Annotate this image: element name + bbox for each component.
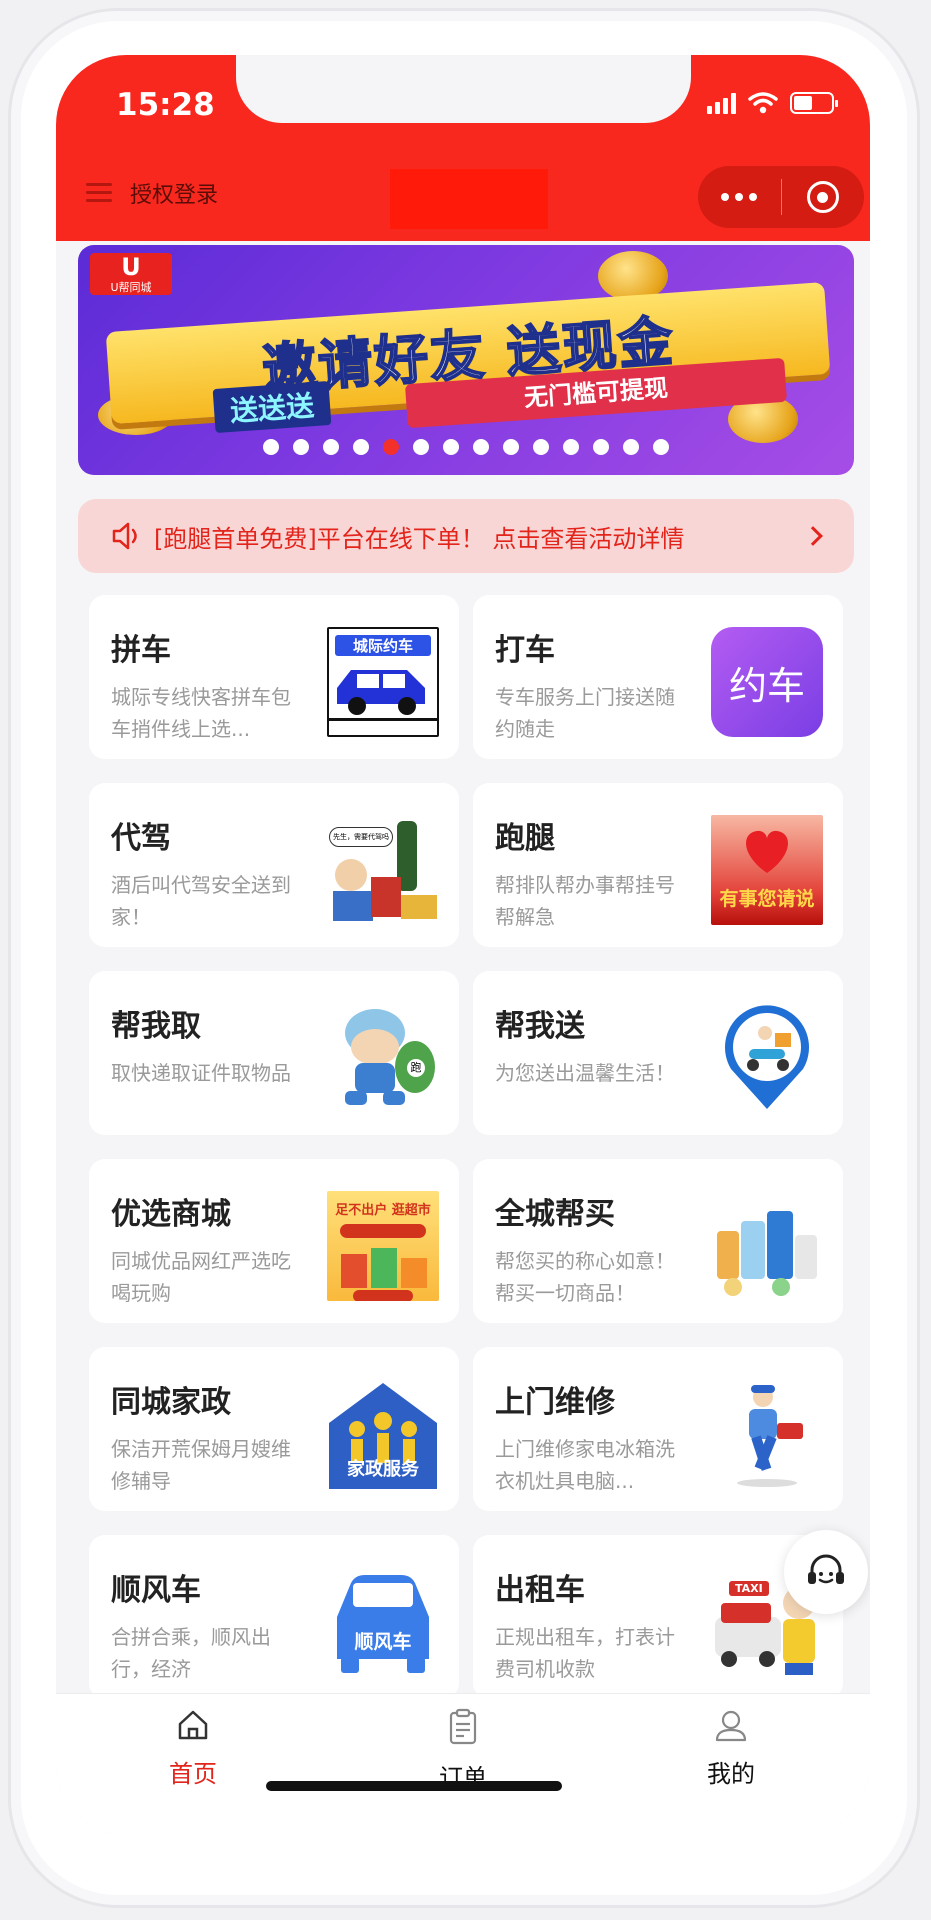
carousel-dot[interactable] bbox=[563, 439, 579, 455]
carpool-car-icon: 顺风车 bbox=[327, 1567, 439, 1677]
service-desc: 酒后叫代驾安全送到家！ bbox=[111, 873, 291, 929]
target-icon bbox=[806, 181, 839, 213]
chevron-right-icon bbox=[803, 526, 823, 546]
service-title: 拼车 bbox=[111, 633, 171, 668]
supermarket-icon: 足不出户 逛超市 bbox=[327, 1191, 439, 1301]
device-notch bbox=[236, 55, 691, 123]
carousel-dot[interactable] bbox=[443, 439, 459, 455]
status-time: 15:28 bbox=[116, 87, 215, 123]
service-desc: 专车服务上门接送随约随走 bbox=[495, 685, 675, 741]
service-title: 代驾 bbox=[111, 821, 171, 856]
service-desc: 正规出租车，打表计费司机收款 bbox=[495, 1625, 675, 1681]
errand-heart-icon: 有事您请说 bbox=[711, 815, 823, 925]
nav-row: 授权登录 bbox=[56, 163, 870, 233]
service-title: 全城帮买 bbox=[495, 1197, 615, 1232]
service-desc: 上门维修家电冰箱洗衣机灶具电脑... bbox=[495, 1437, 675, 1493]
carousel-dot[interactable] bbox=[353, 439, 369, 455]
service-card-mall[interactable]: 优选商城 同城优品网红严选吃喝玩购 足不出户 逛超市 bbox=[89, 1159, 459, 1323]
wifi-icon bbox=[748, 92, 778, 114]
tab-mine[interactable]: 我的 bbox=[656, 1708, 806, 1789]
carousel-dot[interactable] bbox=[323, 439, 339, 455]
service-card-carpool-intercity[interactable]: 拼车 城际专线快客拼车包车捎件线上选... 城际约车 bbox=[89, 595, 459, 759]
service-desc: 帮您买的称心如意！帮买一切商品！ bbox=[495, 1249, 675, 1305]
carousel-dots[interactable] bbox=[78, 439, 854, 455]
service-card-taxi-hail[interactable]: 打车 专车服务上门接送随约随走 约车 bbox=[473, 595, 843, 759]
groceries-icon bbox=[711, 1191, 823, 1301]
tab-home-label: 首页 bbox=[169, 1760, 217, 1788]
carousel-dot[interactable] bbox=[593, 439, 609, 455]
service-desc: 城际专线快客拼车包车捎件线上选... bbox=[111, 685, 291, 741]
service-desc: 保洁开荒保姆月嫂维修辅导 bbox=[111, 1437, 291, 1493]
service-title: 帮我取 bbox=[111, 1009, 201, 1044]
service-title: 出租车 bbox=[495, 1573, 585, 1608]
signal-icon bbox=[707, 92, 736, 114]
service-desc: 同城优品网红严选吃喝玩购 bbox=[111, 1249, 291, 1305]
service-card-housekeeping[interactable]: 同城家政 保洁开荒保姆月嫂维修辅导 家政服务 bbox=[89, 1347, 459, 1511]
login-link[interactable]: 授权登录 bbox=[130, 177, 218, 209]
clipboard-icon bbox=[449, 1708, 477, 1745]
service-title: 上门维修 bbox=[495, 1385, 615, 1420]
carousel-dot[interactable] bbox=[473, 439, 489, 455]
promo-banner[interactable]: U U帮同城 邀请好友 送现金 送送送 无门槛可提现 bbox=[78, 245, 854, 475]
headset-icon bbox=[808, 1554, 844, 1584]
brand-logo: U U帮同城 bbox=[90, 253, 172, 295]
carousel-dot[interactable] bbox=[653, 439, 669, 455]
battery-icon bbox=[790, 92, 838, 114]
service-title: 同城家政 bbox=[111, 1385, 231, 1420]
service-title: 优选商城 bbox=[111, 1197, 231, 1232]
home-indicator bbox=[266, 1781, 562, 1791]
service-desc: 为您送出温馨生活！ bbox=[495, 1061, 675, 1085]
carousel-dot[interactable] bbox=[503, 439, 519, 455]
carousel-dot[interactable] bbox=[413, 439, 429, 455]
customer-service-button[interactable] bbox=[784, 1530, 868, 1614]
app-screen: 15:28 授权登录 U U帮同城 邀请好友 送现金 送送送 无门槛可提现 [跑… bbox=[56, 55, 870, 1835]
more-options-button[interactable] bbox=[698, 193, 781, 201]
service-desc: 帮排队帮办事帮挂号帮解急 bbox=[495, 873, 675, 929]
service-card-designated-driver[interactable]: 代驾 酒后叫代驾安全送到家！ 先生，需要代驾吗 bbox=[89, 783, 459, 947]
service-card-repair[interactable]: 上门维修 上门维修家电冰箱洗衣机灶具电脑... bbox=[473, 1347, 843, 1511]
service-card-errand[interactable]: 跑腿 帮排队帮办事帮挂号帮解急 有事您请说 bbox=[473, 783, 843, 947]
service-desc: 合拼合乘，顺风出行，经济 bbox=[111, 1625, 271, 1681]
repairman-icon bbox=[711, 1379, 823, 1489]
top-bar: 15:28 授权登录 bbox=[56, 55, 870, 241]
speaker-icon bbox=[112, 522, 137, 550]
service-desc: 取快递取证件取物品 bbox=[111, 1061, 291, 1085]
tab-mine-label: 我的 bbox=[707, 1760, 755, 1788]
close-program-button[interactable] bbox=[782, 181, 865, 213]
designated-driver-icon: 先生，需要代驾吗 bbox=[327, 815, 439, 925]
menu-icon[interactable] bbox=[86, 183, 112, 203]
mini-program-capsule bbox=[698, 166, 864, 228]
carousel-dot[interactable] bbox=[263, 439, 279, 455]
notice-bar[interactable]: [跑腿首单免费]平台在线下单！ 点击查看活动详情 bbox=[78, 499, 854, 573]
carousel-dot[interactable] bbox=[533, 439, 549, 455]
home-icon bbox=[178, 1710, 208, 1740]
tab-home[interactable]: 首页 bbox=[118, 1708, 268, 1789]
service-title: 顺风车 bbox=[111, 1573, 201, 1608]
notice-text: [跑腿首单免费]平台在线下单！ 点击查看活动详情 bbox=[154, 524, 685, 553]
service-title: 打车 bbox=[495, 633, 555, 668]
carousel-dot[interactable] bbox=[383, 439, 399, 455]
redacted-title bbox=[390, 169, 548, 229]
carousel-dot[interactable] bbox=[623, 439, 639, 455]
service-grid: 拼车 城际专线快客拼车包车捎件线上选... 城际约车 打车 专车服务上门接送随约… bbox=[89, 595, 843, 1699]
banner-tag-left: 送送送 bbox=[212, 381, 332, 433]
carousel-dot[interactable] bbox=[293, 439, 309, 455]
service-card-hitch-ride[interactable]: 顺风车 合拼合乘，顺风出行，经济 顺风车 bbox=[89, 1535, 459, 1699]
service-title: 跑腿 bbox=[495, 821, 555, 856]
bottom-tab-bar: 首页 订单 我的 bbox=[56, 1693, 870, 1835]
housekeeping-icon: 家政服务 bbox=[327, 1379, 439, 1489]
service-card-delivery[interactable]: 帮我送 为您送出温馨生活！ bbox=[473, 971, 843, 1135]
status-icons bbox=[707, 91, 838, 115]
service-card-pickup[interactable]: 帮我取 取快递取证件取物品 跑 bbox=[89, 971, 459, 1135]
intercity-car-icon: 城际约车 bbox=[327, 627, 439, 737]
ride-hail-app-icon: 约车 bbox=[711, 627, 823, 737]
user-icon bbox=[715, 1710, 747, 1742]
service-card-buy-for-me[interactable]: 全城帮买 帮您买的称心如意！帮买一切商品！ bbox=[473, 1159, 843, 1323]
service-title: 帮我送 bbox=[495, 1009, 585, 1044]
delivery-pin-icon bbox=[711, 1003, 823, 1113]
courier-runner-icon: 跑 bbox=[327, 1003, 439, 1113]
